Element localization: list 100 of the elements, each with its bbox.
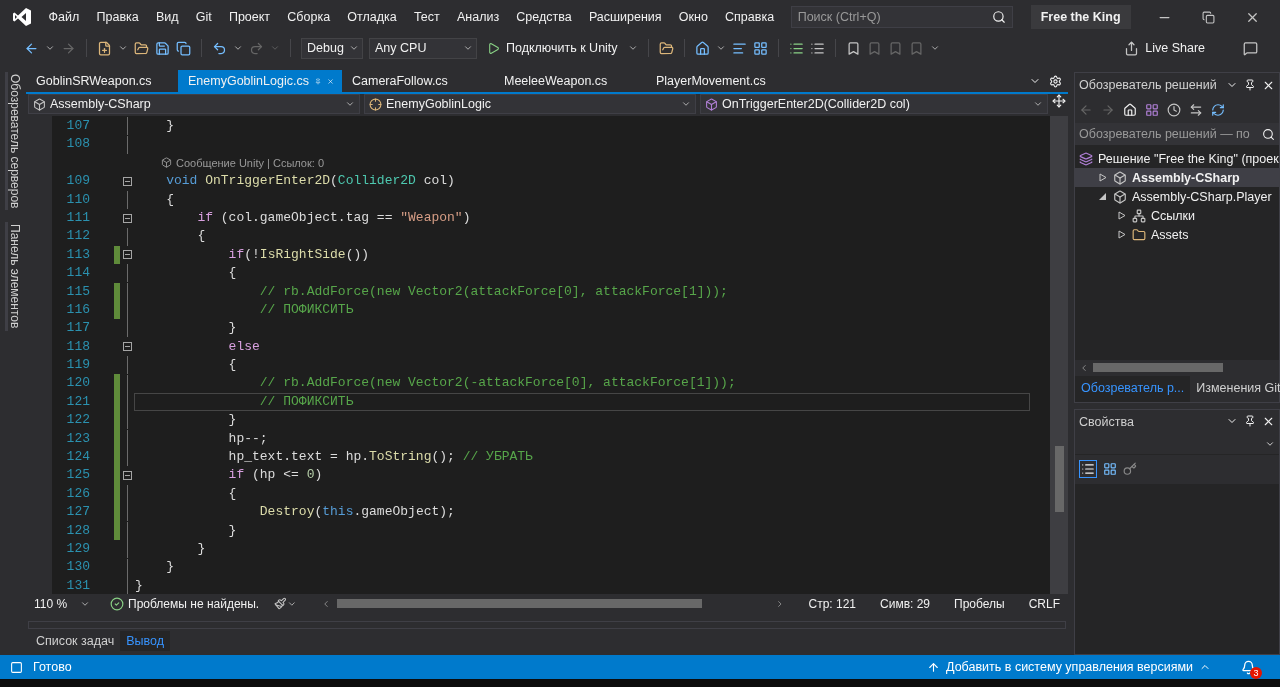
collapse-icon[interactable] — [122, 342, 132, 352]
solution-search-field[interactable]: Обозреватель решений — по — [1075, 123, 1279, 145]
side-tab[interactable]: Обозреватель серверов — [4, 72, 22, 211]
tree-item[interactable]: Ссылки — [1075, 206, 1279, 225]
document-tab[interactable]: GoblinSRWeapon.cs — [26, 70, 178, 92]
pin-icon[interactable] — [1244, 415, 1256, 428]
search-icon — [991, 10, 1006, 24]
forward-icon[interactable] — [61, 40, 76, 56]
panel-tab[interactable]: Обозреватель р... — [1075, 375, 1191, 402]
panel-tab[interactable]: Вывод — [120, 631, 171, 651]
save-icon[interactable] — [155, 40, 170, 56]
collapse-icon[interactable] — [122, 176, 132, 186]
platform-dropdown[interactable]: Any CPU — [369, 37, 477, 59]
split-icon[interactable] — [1052, 94, 1066, 108]
status-text: Готово — [33, 660, 72, 674]
menu-item[interactable]: Git — [187, 10, 221, 24]
menu-item[interactable]: Справка — [716, 10, 783, 24]
code-line: { — [227, 356, 238, 375]
tree-item[interactable]: Assembly-CSharp — [1075, 168, 1279, 187]
triangle-icon[interactable] — [1118, 230, 1126, 239]
project-dropdown[interactable]: Assembly-CSharp — [28, 94, 360, 114]
triangle-icon[interactable] — [1099, 192, 1107, 201]
switch-views-icon[interactable] — [1145, 103, 1159, 117]
line-number: 111 — [65, 208, 90, 227]
folder-search-icon[interactable] — [658, 40, 674, 56]
collapse-icon[interactable] — [122, 250, 132, 260]
line-indicator[interactable]: Стр: 121 — [808, 596, 857, 611]
source-control-button[interactable]: Добавить в систему управления версиями — [927, 660, 1211, 674]
redo-icon[interactable] — [249, 40, 264, 56]
tree-item[interactable]: Решение "Free the King" (проек — [1075, 149, 1279, 168]
caret-icon[interactable] — [715, 43, 726, 53]
menu-item[interactable]: Проект — [220, 10, 279, 24]
restore-icon[interactable] — [1202, 10, 1215, 24]
code-line: } — [196, 540, 207, 558]
clock-icon[interactable] — [1167, 103, 1181, 117]
menu-item[interactable]: Средства — [507, 10, 581, 24]
settings-icon[interactable] — [1049, 74, 1062, 88]
menu-item[interactable]: Вид — [147, 10, 188, 24]
layout-icon[interactable] — [752, 40, 768, 56]
member-dropdown[interactable]: OnTriggerEnter2D(Collider2D col) — [700, 94, 1048, 114]
open-folder-icon[interactable] — [134, 40, 149, 56]
pin-icon[interactable] — [1244, 78, 1256, 91]
panel-tab[interactable]: Список задач — [30, 631, 121, 651]
home-icon[interactable] — [694, 40, 710, 56]
vertical-scrollbar[interactable] — [1050, 116, 1068, 594]
sync-icon[interactable] — [1189, 103, 1203, 117]
search-field[interactable]: Поиск (Ctrl+Q) — [790, 6, 1013, 28]
menu-item[interactable]: Тест — [405, 10, 449, 24]
caret-icon — [463, 43, 473, 53]
bookmark-icon[interactable] — [845, 40, 861, 56]
uncomment-lines-icon[interactable] — [809, 40, 825, 56]
save-all-icon[interactable] — [176, 40, 191, 56]
caret-icon[interactable] — [118, 43, 128, 53]
triangle-icon[interactable] — [1118, 211, 1126, 220]
brush-icon[interactable] — [274, 597, 287, 610]
menu-item[interactable]: Правка — [87, 10, 148, 24]
configuration-dropdown[interactable]: Debug — [301, 37, 363, 59]
live-share-button[interactable]: Live Share — [1118, 39, 1211, 57]
menu-item[interactable]: Окно — [670, 10, 717, 24]
collapse-icon[interactable] — [122, 471, 132, 481]
attach-button[interactable]: Подключить к Unity — [483, 41, 622, 55]
notifications-button[interactable] — [1241, 659, 1256, 675]
code-lens[interactable]: Сообщение Unity | Ссылок: 0 — [176, 156, 324, 169]
refresh-icon[interactable] — [1211, 103, 1225, 117]
menu-item[interactable]: Сборка — [278, 10, 339, 24]
zoom-dropdown[interactable]: 110 % — [30, 596, 95, 611]
code-line: } — [134, 576, 144, 594]
categorized-icon[interactable] — [1081, 462, 1095, 477]
key-icon[interactable] — [1123, 462, 1137, 477]
caret-icon[interactable] — [627, 43, 638, 53]
menu-item[interactable]: Отладка — [338, 10, 406, 24]
caret-icon[interactable] — [233, 43, 243, 53]
caret-icon[interactable] — [929, 43, 940, 53]
menu-item[interactable]: Расширения — [580, 10, 671, 24]
line-endings-indicator[interactable]: CRLF — [1028, 596, 1060, 611]
panel-tab[interactable]: Изменения Git — [1190, 375, 1280, 402]
document-tab[interactable]: CameraFollow.cs — [342, 70, 494, 92]
document-tab[interactable]: PlayerMovement.cs — [646, 70, 798, 92]
feedback-icon[interactable] — [1243, 40, 1258, 56]
tree-item[interactable]: Assets — [1075, 225, 1279, 244]
issues-status[interactable]: Проблемы не найдены. — [128, 596, 260, 611]
document-tab[interactable]: MeeleeWeapon.cs — [494, 70, 646, 92]
triangle-icon[interactable] — [1099, 173, 1107, 182]
tree-item[interactable]: Assembly-CSharp.Player — [1075, 187, 1279, 206]
undo-icon[interactable] — [212, 40, 227, 56]
collapse-icon[interactable] — [122, 213, 132, 223]
side-tab[interactable]: Панель элементов — [4, 222, 22, 331]
horizontal-scrollbar[interactable] — [1075, 359, 1279, 376]
whitespace-indicator[interactable]: Пробелы — [954, 596, 1005, 611]
alphabetical-icon[interactable] — [1103, 462, 1117, 477]
column-indicator[interactable]: Симв: 29 — [880, 596, 931, 611]
type-dropdown[interactable]: EnemyGoblinLogic — [364, 94, 696, 114]
comment-lines-icon[interactable] — [788, 40, 804, 56]
scroll-left-icon[interactable] — [1079, 362, 1089, 373]
menu-item[interactable]: Файл — [40, 10, 88, 24]
menu-item[interactable]: Анализ — [448, 10, 508, 24]
new-file-icon[interactable] — [97, 40, 112, 56]
caret-icon[interactable] — [45, 43, 55, 53]
back-icon[interactable] — [24, 40, 39, 56]
panel-title: Обозреватель решений — [1079, 78, 1217, 92]
